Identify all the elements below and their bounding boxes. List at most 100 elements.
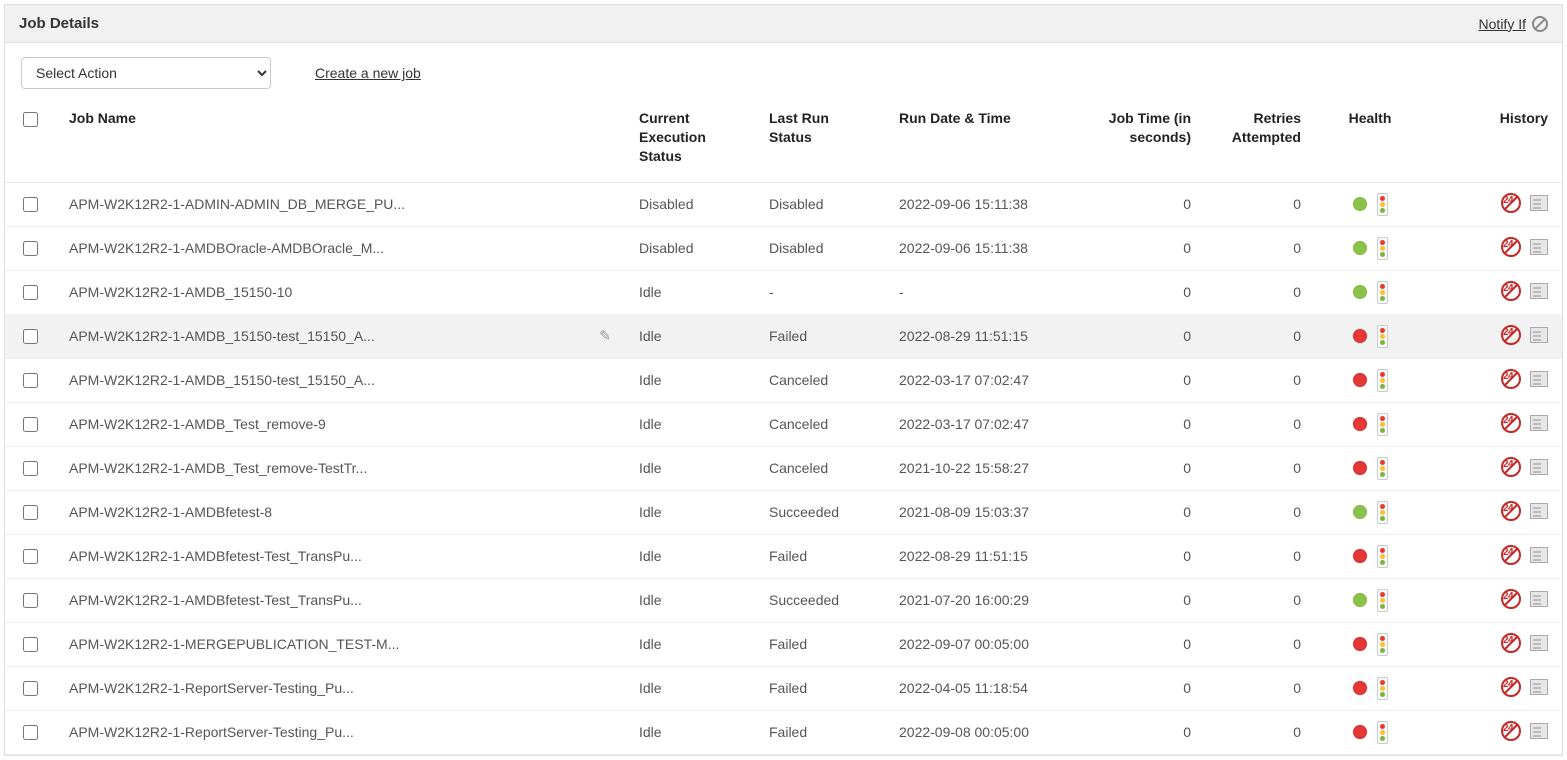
history-log-icon[interactable] (1530, 239, 1548, 255)
table-row[interactable]: APM-W2K12R2-1-AMDBfetest-Test_TransPu...… (5, 534, 1562, 578)
traffic-light-icon[interactable] (1377, 721, 1388, 744)
retries: 0 (1293, 460, 1301, 476)
row-checkbox[interactable] (23, 285, 38, 300)
traffic-light-icon[interactable] (1377, 413, 1388, 436)
row-checkbox[interactable] (23, 593, 38, 608)
col-retries[interactable]: Retries Attempted (1205, 99, 1315, 182)
history-24h-icon[interactable]: 24 (1502, 634, 1522, 652)
row-checkbox[interactable] (23, 681, 38, 696)
col-job-time[interactable]: Job Time (in seconds) (1085, 99, 1205, 182)
retries: 0 (1293, 724, 1301, 740)
last-run-status: Canceled (769, 460, 828, 476)
history-log-icon[interactable] (1530, 679, 1548, 695)
history-log-icon[interactable] (1530, 503, 1548, 519)
health-indicator-icon (1353, 461, 1367, 475)
health-indicator-icon (1353, 505, 1367, 519)
traffic-light-icon[interactable] (1377, 589, 1388, 612)
col-history[interactable]: History (1425, 99, 1562, 182)
history-log-icon[interactable] (1530, 635, 1548, 651)
history-24h-icon[interactable]: 24 (1502, 238, 1522, 256)
select-all-checkbox[interactable] (23, 112, 38, 127)
history-24h-icon[interactable]: 24 (1502, 194, 1522, 212)
action-select[interactable]: Select Action (21, 57, 271, 89)
row-checkbox[interactable] (23, 461, 38, 476)
edit-icon[interactable]: ✎ (599, 328, 611, 345)
col-run-date[interactable]: Run Date & Time (885, 99, 1085, 182)
row-checkbox[interactable] (23, 241, 38, 256)
health-indicator-icon (1353, 637, 1367, 651)
traffic-light-icon[interactable] (1377, 193, 1388, 216)
row-checkbox[interactable] (23, 725, 38, 740)
traffic-light-icon[interactable] (1377, 457, 1388, 480)
notify-if-link[interactable]: Notify If (1479, 16, 1526, 32)
last-run-status: Disabled (769, 240, 823, 256)
traffic-light-icon[interactable] (1377, 545, 1388, 568)
panel-title: Job Details (19, 15, 99, 32)
row-checkbox[interactable] (23, 373, 38, 388)
traffic-light-icon[interactable] (1377, 501, 1388, 524)
row-checkbox[interactable] (23, 197, 38, 212)
table-row[interactable]: APM-W2K12R2-1-AMDB_Test_remove-TestTr...… (5, 446, 1562, 490)
table-row[interactable]: APM-W2K12R2-1-AMDB_15150-10✎Idle--0024 (5, 270, 1562, 314)
last-run-status: Failed (769, 680, 807, 696)
table-row[interactable]: APM-W2K12R2-1-AMDB_15150-test_15150_A...… (5, 358, 1562, 402)
jobs-table: Job Name Current Execution Status Last R… (5, 99, 1562, 755)
history-24h-icon[interactable]: 24 (1502, 678, 1522, 696)
col-job-name[interactable]: Job Name (55, 99, 625, 182)
row-checkbox[interactable] (23, 505, 38, 520)
history-log-icon[interactable] (1530, 283, 1548, 299)
table-row[interactable]: APM-W2K12R2-1-ReportServer-Testing_Pu...… (5, 710, 1562, 754)
history-24h-icon[interactable]: 24 (1502, 370, 1522, 388)
history-log-icon[interactable] (1530, 723, 1548, 739)
history-24h-icon[interactable]: 24 (1502, 414, 1522, 432)
traffic-light-icon[interactable] (1377, 369, 1388, 392)
col-health[interactable]: Health (1315, 99, 1425, 182)
job-name: APM-W2K12R2-1-ADMIN-ADMIN_DB_MERGE_PU... (69, 196, 405, 212)
history-log-icon[interactable] (1530, 371, 1548, 387)
history-24h-icon[interactable]: 24 (1502, 546, 1522, 564)
traffic-light-icon[interactable] (1377, 633, 1388, 656)
history-24h-icon[interactable]: 24 (1502, 458, 1522, 476)
health-indicator-icon (1353, 417, 1367, 431)
retries: 0 (1293, 680, 1301, 696)
traffic-light-icon[interactable] (1377, 677, 1388, 700)
row-checkbox[interactable] (23, 417, 38, 432)
create-job-link[interactable]: Create a new job (315, 65, 421, 81)
job-time: 0 (1183, 416, 1191, 432)
history-log-icon[interactable] (1530, 195, 1548, 211)
history-24h-icon[interactable]: 24 (1502, 282, 1522, 300)
table-row[interactable]: APM-W2K12R2-1-AMDB_Test_remove-9✎IdleCan… (5, 402, 1562, 446)
job-time: 0 (1183, 592, 1191, 608)
history-log-icon[interactable] (1530, 459, 1548, 475)
job-time: 0 (1183, 372, 1191, 388)
table-row[interactable]: APM-W2K12R2-1-ADMIN-ADMIN_DB_MERGE_PU...… (5, 182, 1562, 226)
health-indicator-icon (1353, 725, 1367, 739)
history-24h-icon[interactable]: 24 (1502, 590, 1522, 608)
history-log-icon[interactable] (1530, 415, 1548, 431)
history-log-icon[interactable] (1530, 547, 1548, 563)
traffic-light-icon[interactable] (1377, 325, 1388, 348)
col-last-status[interactable]: Last Run Status (755, 99, 885, 182)
row-checkbox[interactable] (23, 329, 38, 344)
disable-icon[interactable] (1532, 16, 1548, 32)
table-row[interactable]: APM-W2K12R2-1-ReportServer-Testing_Pu...… (5, 666, 1562, 710)
history-24h-icon[interactable]: 24 (1502, 722, 1522, 740)
exec-status: Idle (639, 724, 662, 740)
col-exec-status[interactable]: Current Execution Status (625, 99, 755, 182)
traffic-light-icon[interactable] (1377, 281, 1388, 304)
table-row[interactable]: APM-W2K12R2-1-AMDB_15150-test_15150_A...… (5, 314, 1562, 358)
job-name: APM-W2K12R2-1-AMDBfetest-8 (69, 504, 272, 520)
row-checkbox[interactable] (23, 549, 38, 564)
history-24h-icon[interactable]: 24 (1502, 502, 1522, 520)
table-row[interactable]: APM-W2K12R2-1-MERGEPUBLICATION_TEST-M...… (5, 622, 1562, 666)
table-row[interactable]: APM-W2K12R2-1-AMDBfetest-Test_TransPu...… (5, 578, 1562, 622)
row-checkbox[interactable] (23, 637, 38, 652)
history-log-icon[interactable] (1530, 327, 1548, 343)
job-name: APM-W2K12R2-1-AMDB_15150-test_15150_A... (69, 372, 375, 388)
table-row[interactable]: APM-W2K12R2-1-AMDBOracle-AMDBOracle_M...… (5, 226, 1562, 270)
history-log-icon[interactable] (1530, 591, 1548, 607)
run-date-time: 2022-09-07 00:05:00 (899, 636, 1029, 652)
history-24h-icon[interactable]: 24 (1502, 326, 1522, 344)
table-row[interactable]: APM-W2K12R2-1-AMDBfetest-8✎IdleSucceeded… (5, 490, 1562, 534)
traffic-light-icon[interactable] (1377, 237, 1388, 260)
